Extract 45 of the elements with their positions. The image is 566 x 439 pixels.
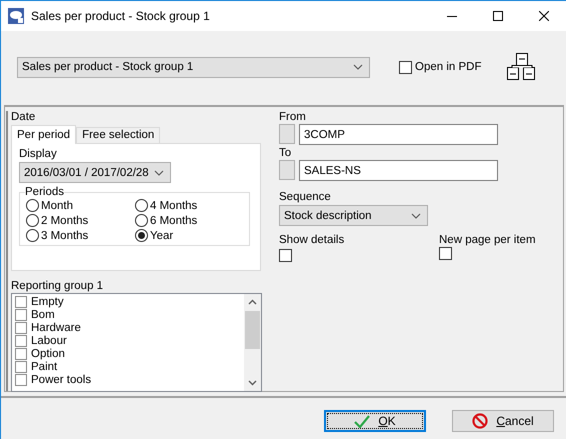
- list-item[interactable]: Hardware: [15, 321, 244, 334]
- radio-option[interactable]: 2 Months: [26, 213, 135, 228]
- sequence-dropdown[interactable]: Stock description: [279, 205, 428, 226]
- caret-icon: [154, 170, 164, 176]
- list-item[interactable]: Paint: [15, 360, 244, 373]
- group-label: Periods: [25, 186, 64, 198]
- scrollbar-thumb[interactable]: [245, 311, 260, 349]
- radio-option[interactable]: 3 Months: [26, 228, 135, 243]
- list-item[interactable]: Bom: [15, 308, 244, 321]
- checkbox[interactable]: [279, 249, 292, 262]
- list-item[interactable]: Power tools: [15, 373, 244, 386]
- report-dropdown[interactable]: Sales per product - Stock group 1: [17, 56, 370, 78]
- section-label: Reporting group 1: [11, 280, 104, 292]
- display-dropdown[interactable]: 2016/03/01 / 2017/02/28: [19, 162, 171, 183]
- list-item[interactable]: Labour: [15, 334, 244, 347]
- radio-option[interactable]: 6 Months: [135, 213, 243, 228]
- open-in-pdf-checkbox[interactable]: Open in PDF: [399, 60, 482, 74]
- checkbox[interactable]: [439, 247, 452, 260]
- app-icon: [8, 8, 24, 24]
- close-icon: [539, 11, 549, 21]
- tab[interactable]: Free selection: [76, 127, 160, 143]
- radio-option[interactable]: Year: [135, 228, 243, 243]
- section-label: Date: [11, 111, 36, 123]
- radio-option[interactable]: 4 Months: [135, 198, 243, 213]
- checkmark-icon: [354, 414, 370, 428]
- tab[interactable]: Per period: [11, 125, 76, 144]
- input-field[interactable]: SALES-NS: [299, 160, 498, 181]
- caret-icon: [353, 64, 363, 70]
- ok-button[interactable]: OK: [324, 410, 426, 432]
- input-field[interactable]: 3COMP: [299, 124, 498, 145]
- no-entry-icon: [472, 413, 488, 429]
- list-item[interactable]: Empty: [15, 295, 244, 308]
- maximize-icon: [493, 11, 503, 21]
- field-label: Display: [19, 148, 58, 160]
- field-label: New page per item: [439, 234, 536, 246]
- window-title: Sales per product - Stock group 1: [31, 9, 211, 23]
- caret-icon: [411, 212, 421, 218]
- field-label: Sequence: [279, 191, 332, 203]
- field-label: To: [279, 147, 292, 159]
- radio-option[interactable]: Month: [26, 198, 135, 213]
- scrollbar[interactable]: [244, 294, 261, 391]
- cancel-button[interactable]: Cancel: [452, 410, 554, 432]
- field-label: Show details: [279, 234, 346, 246]
- field-label: From: [279, 111, 307, 123]
- list-item[interactable]: Option: [15, 347, 244, 360]
